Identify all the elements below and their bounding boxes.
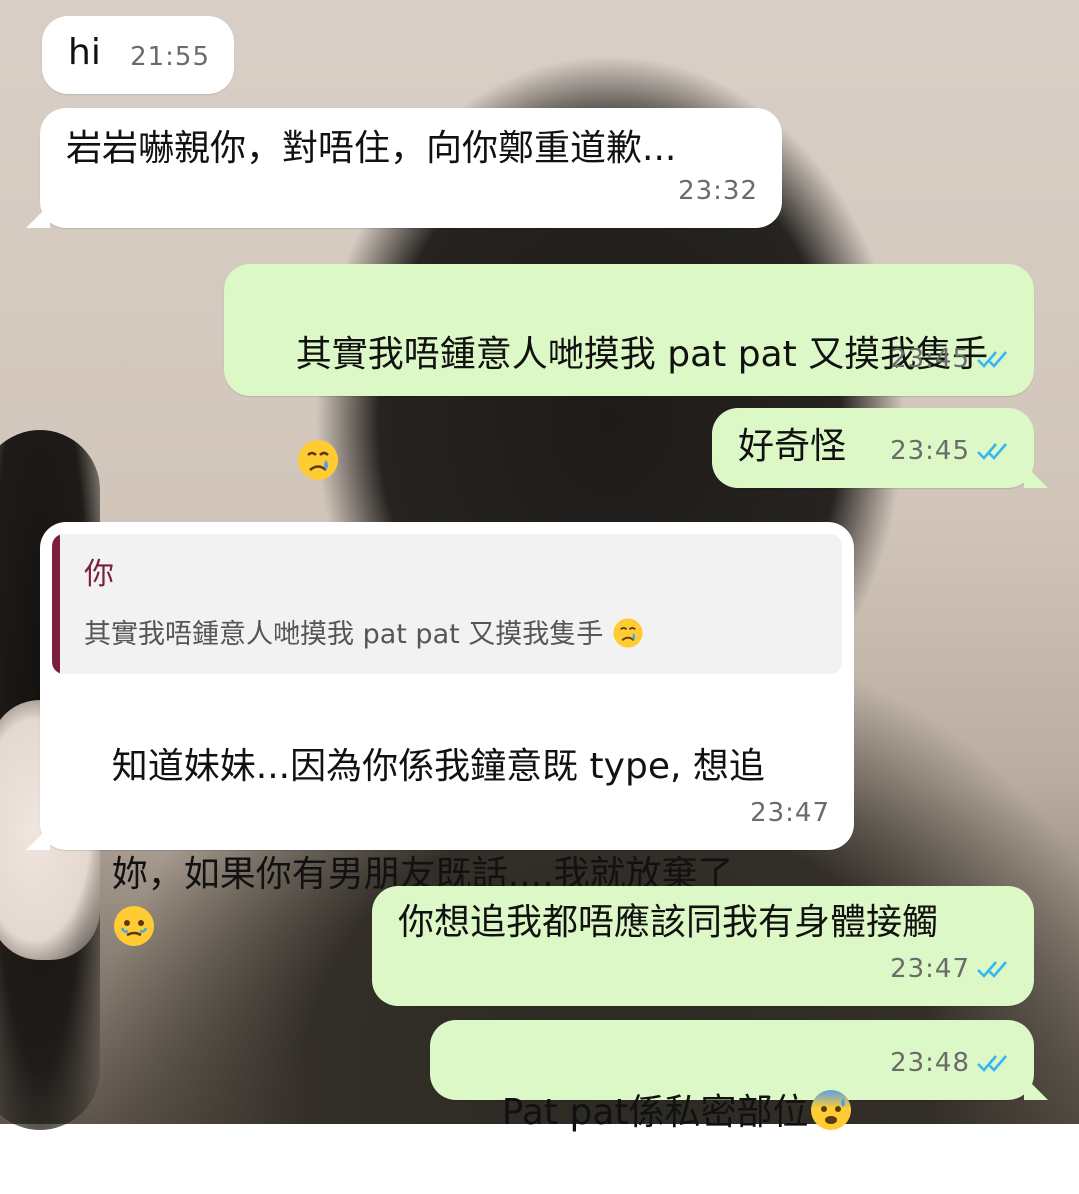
message-text: 你想追我都唔應該同我有身體接觸 [398,902,939,943]
message-bubble-outgoing[interactable]: Pat pat係私密部位 23:48 [430,1020,1048,1133]
message-bubble-incoming-reply[interactable]: 你 其實我唔鍾意人哋摸我 pat pat 又摸我隻手 知道妹妹...因為你係我鐘… [26,522,854,946]
face-holding-back-tears-emoji [113,906,154,946]
message-bubble-outgoing[interactable]: 其實我唔鍾意人哋摸我 pat pat 又摸我隻手 23:45 [224,264,1034,480]
crying-face-emoji [297,440,338,480]
timestamp: 23:32 [678,176,758,206]
message-text: Pat pat係私密部位 [456,1032,853,1194]
read-receipt-icon [977,443,1007,460]
message-meta: 23:45 [890,332,1010,386]
quote-text-content: 其實我唔鍾意人哋摸我 pat pat 又摸我隻手 [84,619,604,650]
timestamp: 23:47 [750,798,830,828]
quote-accent-bar [52,534,60,674]
message-time: 21:55 [130,30,210,84]
timestamp: 23:45 [890,436,970,466]
message-text: hi [68,32,101,73]
message-bubble-incoming[interactable]: hi 21:55 [42,16,234,94]
quote-text: 其實我唔鍾意人哋摸我 pat pat 又摸我隻手 [84,608,644,662]
message-text: 岩岩嚇親你，對唔住，向你鄭重道歉... [66,128,677,169]
message-bubble-incoming[interactable]: 岩岩嚇親你，對唔住，向你鄭重道歉... 23:32 [26,108,782,228]
message-bubble-outgoing[interactable]: 你想追我都唔應該同我有身體接觸 23:47 [372,886,1034,1006]
message-text: 好奇怪 [738,426,847,467]
quote-author: 你 [84,557,114,592]
message-meta: 23:48 [890,1036,1010,1090]
quoted-message[interactable]: 你 其實我唔鍾意人哋摸我 pat pat 又摸我隻手 [52,534,842,674]
read-receipt-icon [977,351,1007,368]
message-text-content: 其實我唔鍾意人哋摸我 pat pat 又摸我隻手 [295,334,989,375]
anxious-face-with-sweat-emoji [810,1090,851,1130]
timestamp: 23:45 [890,344,970,374]
timestamp: 23:48 [890,1048,970,1078]
message-meta: 23:45 [890,424,1010,478]
timestamp: 23:47 [890,954,970,984]
read-receipt-icon [977,1055,1007,1072]
message-time: 23:47 [750,786,830,840]
message-bubble-outgoing[interactable]: 好奇怪 23:45 [712,408,1048,488]
message-text-line: 知道妹妹...因為你係我鐘意既 type, 想追 [111,746,765,787]
timestamp: 21:55 [130,42,210,72]
crying-face-emoji [613,618,643,648]
message-meta: 23:47 [890,942,1010,996]
read-receipt-icon [977,961,1007,978]
message-time: 23:32 [678,164,758,218]
message-text-content: Pat pat係私密部位 [501,1092,809,1133]
